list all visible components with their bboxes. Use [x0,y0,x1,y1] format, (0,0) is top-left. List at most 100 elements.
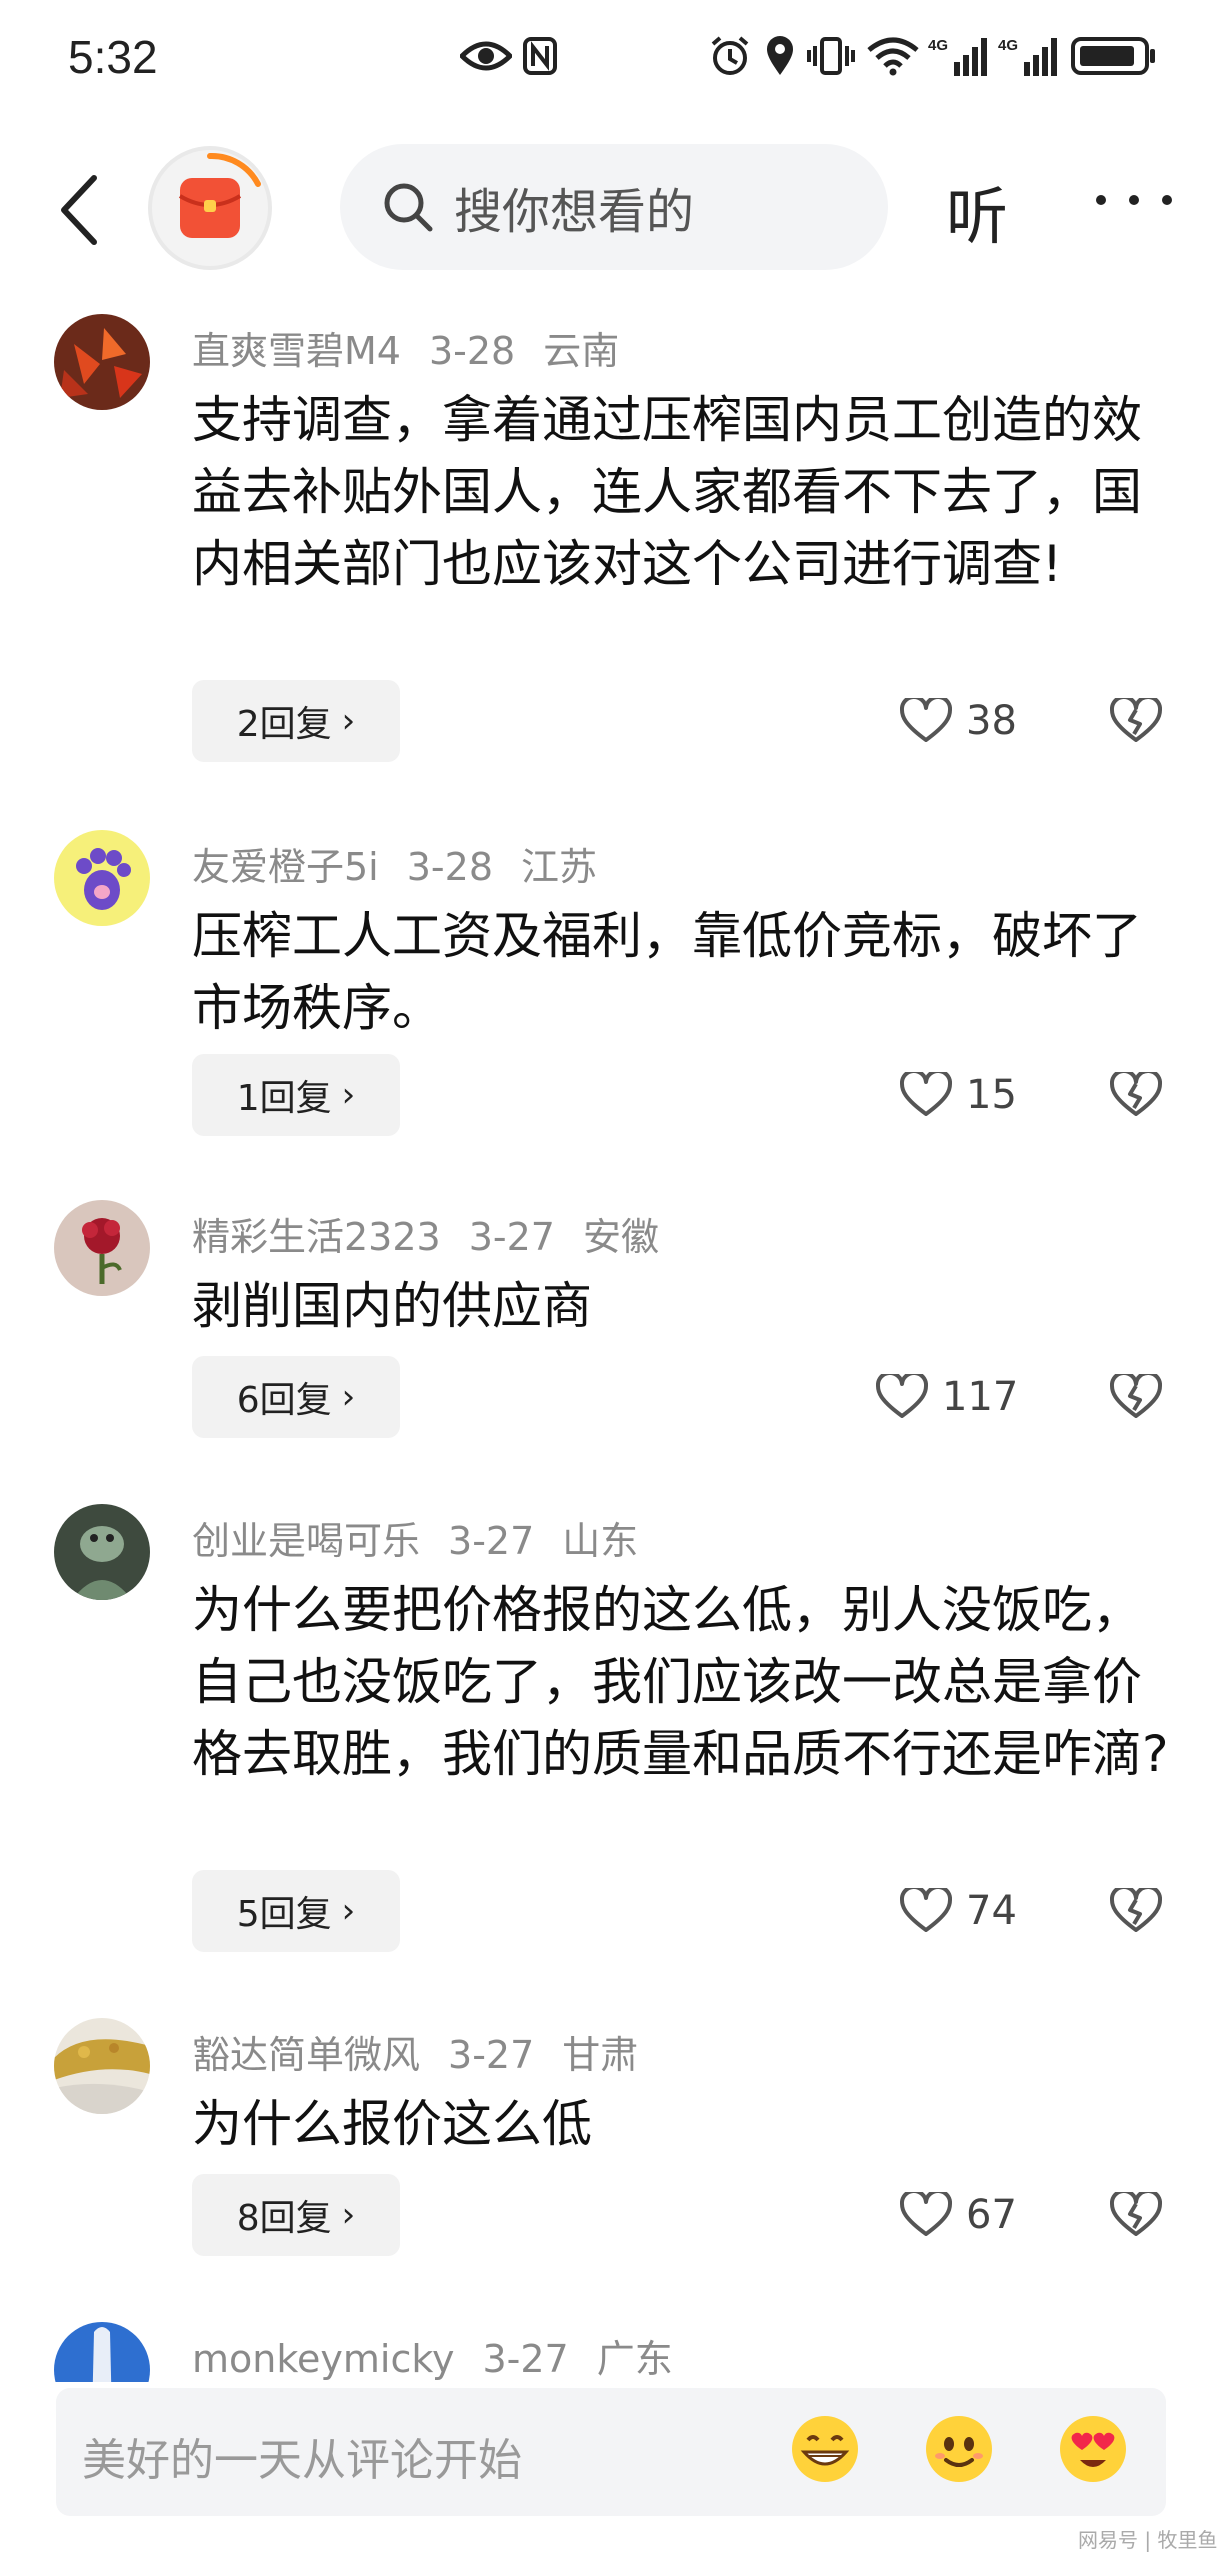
like-button[interactable]: 15 [900,1054,1017,1136]
signal-4g-icon: 4G [928,34,990,78]
reply-button[interactable]: 2回复 › [192,680,400,762]
dislike-button[interactable] [1108,680,1164,762]
avatar[interactable] [54,1504,150,1600]
broken-heart-icon [1110,1072,1162,1116]
reply-count: 6回复 [236,1380,332,1421]
reply-count: 8回复 [236,2198,332,2239]
listen-button[interactable]: 听 [946,166,1008,256]
comment-location: 江苏 [521,845,598,889]
comment-item: 友爱橙子5i 3-28 江苏 压榨工人工资及福利，靠低价竞标，破坏了市场秩序。 1回… [0,830,1224,1150]
reply-button[interactable]: 8回复 › [192,2174,400,2256]
avatar[interactable] [54,314,150,410]
comment-date: 3-27 [448,1519,535,1563]
like-button[interactable]: 117 [876,1356,1018,1438]
avatar[interactable] [54,2018,150,2114]
heart-icon [876,1374,928,1418]
comment-text: 为什么要把价格报的这么低，别人没饭吃，自己也没饭吃了，我们应该改一改总是拿价格去… [192,1581,1169,1783]
back-arrow-icon [61,175,97,245]
comment-date: 3-28 [428,329,516,373]
username[interactable]: 精彩生活2323 [192,1215,441,1259]
avatar[interactable] [54,830,150,926]
red-packet-button[interactable] [148,146,272,270]
comment-item: monkeymicky 3-27 广东 [0,2322,1224,2382]
username[interactable]: monkeymicky [192,2337,454,2381]
broken-heart-icon [1110,2192,1162,2236]
location-icon [762,34,798,78]
search-icon [384,183,433,232]
comment-text: 支持调查，拿着通过压榨国内员工创造的效益去补贴外国人，连人家都看不下去了，国内相… [192,391,1142,593]
heart-icon [900,1888,952,1932]
like-count: 67 [966,2192,1017,2238]
comment-date: 3-27 [482,2337,569,2381]
like-count: 74 [966,1888,1017,1934]
comment-date: 3-28 [406,845,493,889]
signal-label: 4G [928,37,948,54]
signal-4g-icon-2: 4G [998,34,1060,78]
comment-text: 剥削国内的供应商 [192,1277,592,1335]
dislike-button[interactable] [1108,2174,1164,2256]
comment-location: 广东 [596,2337,673,2381]
comment-input-placeholder: 美好的一天从评论开始 [82,2435,522,2486]
search-placeholder: 搜你想看的 [454,184,695,240]
dislike-button[interactable] [1108,1356,1164,1438]
signal-label: 4G [998,37,1018,54]
comment-date: 3-27 [448,2033,535,2077]
comment-item: 精彩生活2323 3-27 安徽 剥削国内的供应商 6回复 › 117 [0,1200,1224,1450]
comment-input[interactable]: 美好的一天从评论开始 [56,2388,1166,2516]
comment-meta: 创业是喝可乐 3-27 山东 [192,1510,666,1565]
back-button[interactable] [50,170,110,250]
reply-count: 1回复 [236,1078,332,1119]
like-count: 15 [966,1072,1017,1118]
reply-button[interactable]: 1回复 › [192,1054,400,1136]
like-count: 38 [966,698,1017,744]
comment-location: 山东 [562,1519,639,1563]
comment-location: 云南 [543,329,620,373]
like-button[interactable]: 67 [900,2174,1017,2256]
search-input[interactable]: 搜你想看的 [340,144,888,270]
comment-meta: 友爱橙子5i 3-28 江苏 [192,836,625,891]
comment-location: 安徽 [582,1215,659,1259]
heart-eyes-emoji-icon[interactable] [1056,2412,1130,2486]
broken-heart-icon [1110,1374,1162,1418]
heart-icon [900,2192,952,2236]
vibrate-icon [806,34,856,78]
reply-count: 5回复 [236,1894,332,1935]
avatar[interactable] [54,1200,150,1296]
comment-date: 3-27 [468,1215,555,1259]
wifi-icon [866,34,920,78]
top-nav: 搜你想看的 听 [0,130,1224,280]
status-time: 5:32 [68,31,158,83]
chevron-right-icon: › [341,1891,356,1931]
comment-location: 甘肃 [562,2033,639,2077]
alarm-icon [708,34,752,78]
comment-meta: 直爽雪碧M4 3-28 云南 [192,320,647,375]
comment-item: 豁达简单微风 3-27 甘肃 为什么报价这么低 8回复 › 67 [0,2018,1224,2268]
comment-meta: 豁达简单微风 3-27 甘肃 [192,2024,666,2079]
heart-icon [900,1072,952,1116]
chevron-right-icon: › [341,1377,356,1417]
nfc-icon [520,34,560,78]
username[interactable]: 创业是喝可乐 [192,1519,420,1563]
comment-item: 创业是喝可乐 3-27 山东 为什么要把价格报的这么低，别人没饭吃，自己也没饭吃了，… [0,1504,1224,1964]
username[interactable]: 友爱橙子5i [192,845,379,889]
like-button[interactable]: 38 [900,680,1017,762]
heart-icon [900,698,952,742]
dislike-button[interactable] [1108,1870,1164,1952]
reply-button[interactable]: 5回复 › [192,1870,400,1952]
avatar[interactable] [54,2322,150,2382]
reply-button[interactable]: 6回复 › [192,1356,400,1438]
status-bar: 5:32 4G 4G [0,0,1224,120]
dislike-button[interactable] [1108,1054,1164,1136]
like-button[interactable]: 74 [900,1870,1017,1952]
chevron-right-icon: › [341,701,356,741]
more-icon[interactable] [1096,180,1172,220]
broken-heart-icon [1110,1888,1162,1932]
smiling-emoji-icon[interactable] [922,2412,996,2486]
username[interactable]: 直爽雪碧M4 [192,329,401,373]
username[interactable]: 豁达简单微风 [192,2033,420,2077]
chevron-right-icon: › [341,2195,356,2235]
like-count: 117 [942,1374,1019,1420]
grinning-emoji-icon[interactable] [788,2412,862,2486]
watermark: 网易号 | 牧里鱼 [1078,2528,1218,2552]
broken-heart-icon [1110,698,1162,742]
